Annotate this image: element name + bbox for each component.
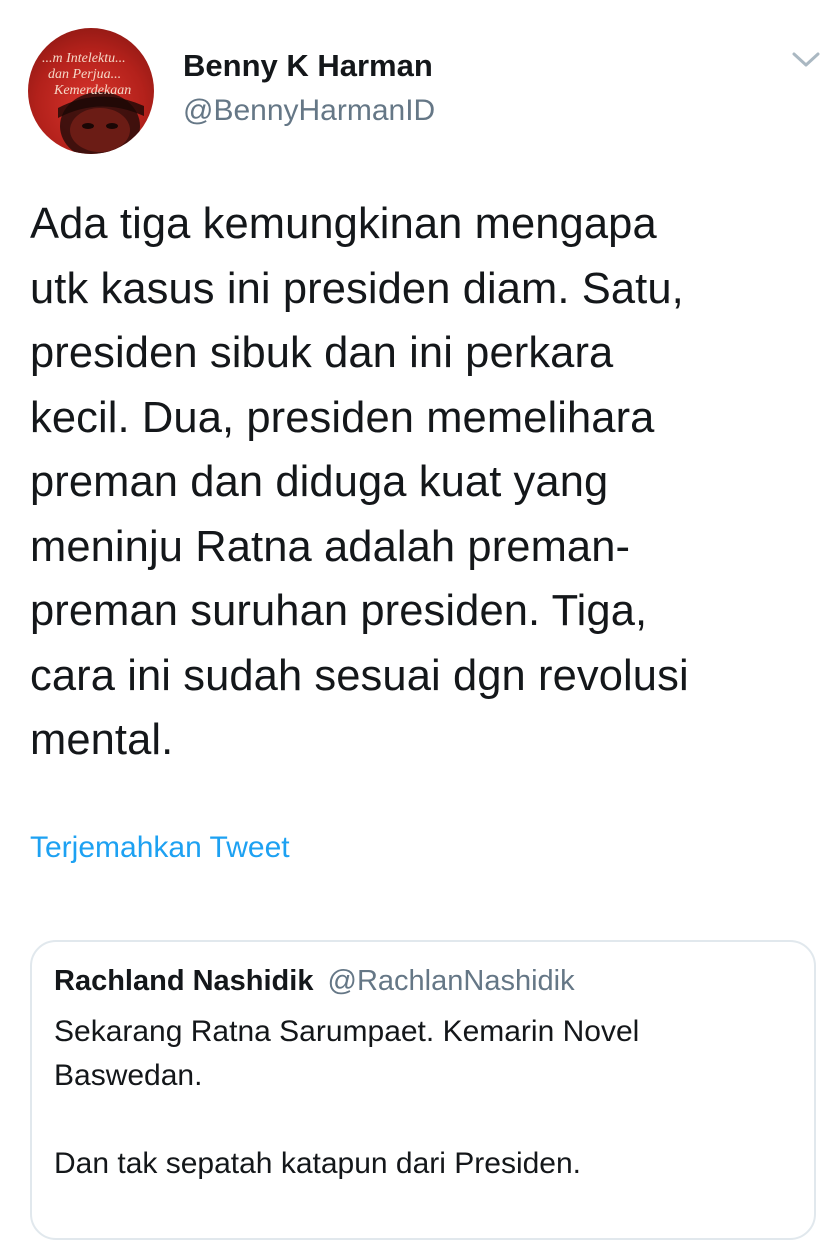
author-info: Benny K Harman @BennyHarmanID (183, 46, 435, 130)
avatar-lettering-1: ...m Intelektu... (42, 51, 126, 66)
quoted-author-name: Rachland Nashidik (54, 965, 314, 997)
quoted-tweet-text: Sekarang Ratna Sarumpaet. Kemarin Novel … (54, 1015, 640, 1180)
chevron-down-icon (792, 52, 820, 67)
avatar-lettering-2: dan Perjua... (48, 67, 121, 82)
translate-tweet-link[interactable]: Terjemahkan Tweet (30, 828, 290, 868)
avatar-image: ...m Intelektu... dan Perjua... Kemerdek… (42, 51, 144, 154)
tweet-card: ...m Intelektu... dan Perjua... Kemerdek… (0, 0, 840, 1240)
tweet-text: Ada tiga kemungkinan mengapa utk kasus i… (30, 200, 689, 764)
avatar-lettering-3: Kemerdekaan (53, 83, 131, 98)
author-handle[interactable]: @BennyHarmanID (183, 92, 435, 130)
author-display-name[interactable]: Benny K Harman (183, 46, 435, 86)
quoted-tweet-header: Rachland Nashidik @RachlanNashidik (54, 962, 575, 1000)
tweet-menu-button[interactable] (790, 48, 822, 72)
author-avatar[interactable]: ...m Intelektu... dan Perjua... Kemerdek… (28, 28, 154, 154)
quoted-author-handle: @RachlanNashidik (327, 965, 575, 997)
quoted-tweet[interactable]: Rachland Nashidik @RachlanNashidik Sekar… (30, 940, 816, 1240)
